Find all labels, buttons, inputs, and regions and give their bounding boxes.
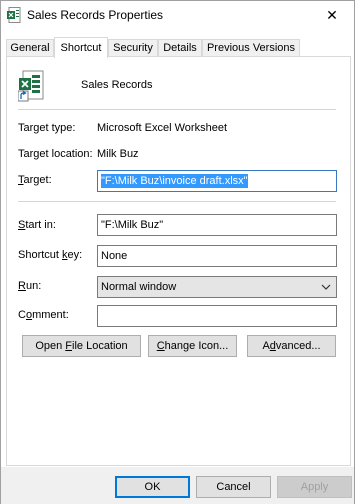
close-icon: ✕ <box>326 6 338 23</box>
excel-shortcut-icon <box>18 70 44 102</box>
button-label: Advanced... <box>262 340 321 352</box>
excel-file-icon <box>7 7 21 23</box>
ok-button[interactable]: OK <box>115 476 190 498</box>
tab-label: Previous Versions <box>206 42 296 54</box>
tab-details[interactable]: Details <box>158 39 202 56</box>
divider <box>18 201 336 202</box>
tab-label: Security <box>113 42 153 54</box>
target-type-value: Microsoft Excel Worksheet <box>97 122 228 134</box>
run-select[interactable]: Normal window <box>97 276 337 298</box>
shortcut-key-input[interactable]: None <box>97 245 337 267</box>
close-button[interactable]: ✕ <box>314 3 350 27</box>
properties-dialog: Sales Records Properties ✕ General Short… <box>0 0 355 504</box>
start-in-value: "F:\Milk Buz" <box>101 219 164 231</box>
apply-button[interactable]: Apply <box>277 476 352 498</box>
tab-previous-versions[interactable]: Previous Versions <box>202 39 300 56</box>
title-bar: Sales Records Properties ✕ <box>1 1 354 31</box>
shortcut-key-value: None <box>101 250 128 262</box>
button-label: OK <box>144 481 161 493</box>
change-icon-button[interactable]: Change Icon... <box>148 335 237 357</box>
button-label: Apply <box>300 481 329 493</box>
button-label: Change Icon... <box>156 340 229 352</box>
start-in-input[interactable]: "F:\Milk Buz" <box>97 214 337 236</box>
button-label: Cancel <box>216 481 251 493</box>
tab-label: Details <box>163 42 197 54</box>
target-input-value: "F:\Milk Buz\invoice draft.xlsx" <box>101 174 248 188</box>
shortcut-name: Sales Records <box>81 79 153 91</box>
target-location-value: Milk Buz <box>97 148 139 160</box>
button-label: Open File Location <box>35 340 128 352</box>
tab-label: Shortcut <box>60 42 102 54</box>
comment-label: Comment: <box>18 309 69 321</box>
tab-general[interactable]: General <box>6 39 54 56</box>
run-label: Run: <box>18 280 42 292</box>
target-input[interactable]: "F:\Milk Buz\invoice draft.xlsx" <box>97 170 337 192</box>
run-select-value: Normal window <box>101 281 177 293</box>
start-in-label: Start in: <box>18 219 56 231</box>
target-location-label: Target location: <box>18 148 93 160</box>
tab-shortcut[interactable]: Shortcut <box>54 37 108 58</box>
chevron-down-icon <box>321 284 331 290</box>
advanced-button[interactable]: Advanced... <box>247 335 336 357</box>
open-file-location-button[interactable]: Open File Location <box>22 335 141 357</box>
window-title: Sales Records Properties <box>27 8 164 22</box>
target-type-label: Target type: <box>18 122 76 134</box>
divider <box>18 109 336 110</box>
tab-strip: General Shortcut Security Details Previo… <box>6 37 352 58</box>
shortcut-key-label: Shortcut key: <box>18 249 83 261</box>
target-label: Target: <box>18 174 52 186</box>
cancel-button[interactable]: Cancel <box>196 476 271 498</box>
tab-label: General <box>10 42 50 54</box>
tab-security[interactable]: Security <box>108 39 158 56</box>
comment-input[interactable] <box>97 305 337 327</box>
